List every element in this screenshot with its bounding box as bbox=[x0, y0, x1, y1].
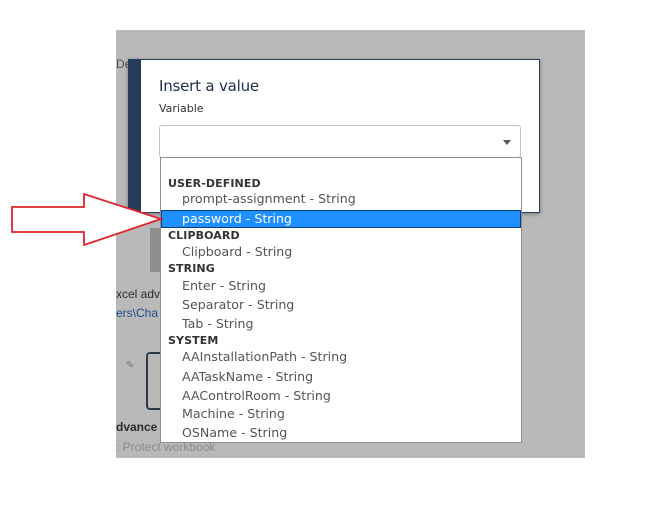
annotation-arrow-icon bbox=[11, 192, 164, 247]
